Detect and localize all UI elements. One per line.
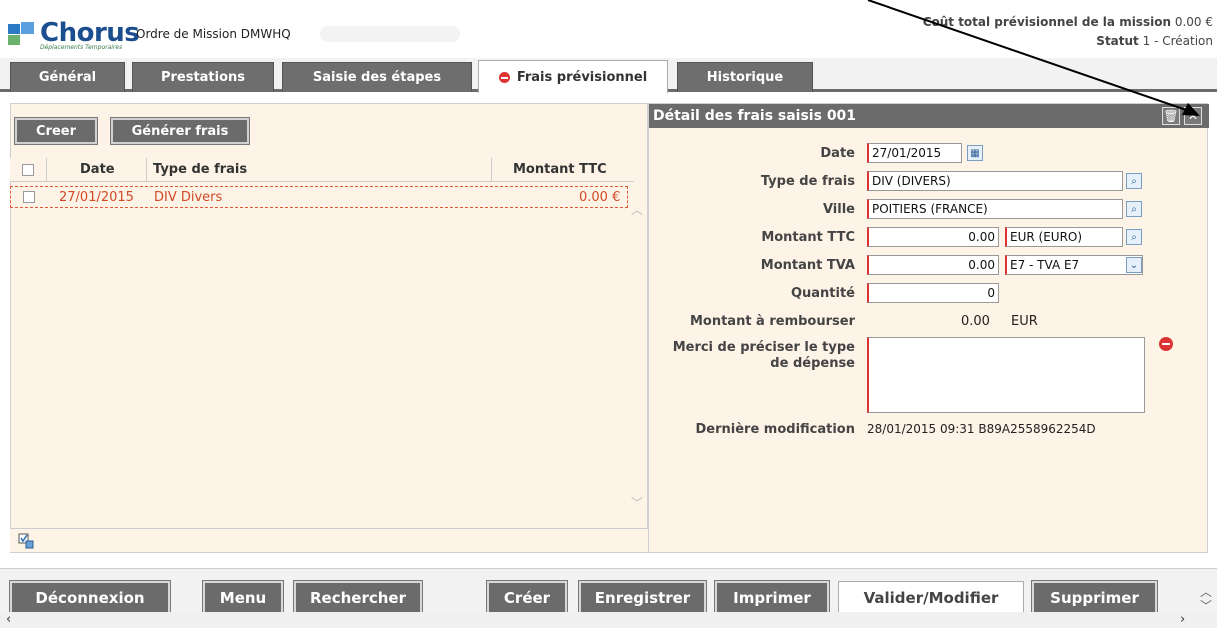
detail-title-text: Détail des frais saisis 001 [653, 108, 857, 124]
logout-label: Déconnexion [35, 589, 145, 607]
validate-label: Valider/Modifier [863, 589, 999, 607]
tab-prestations[interactable]: Prestations [132, 62, 274, 92]
delete-button[interactable]: Supprimer [1032, 581, 1157, 615]
tab-bar: Général Prestations Saisie des étapes Fr… [0, 58, 1217, 93]
date-field[interactable]: 27/01/2015 [867, 143, 962, 163]
refund-label: Montant à rembourser [689, 314, 855, 329]
list-header: Date Type de frais Montant TTC [10, 158, 634, 182]
chevron-down-icon[interactable]: ⌄ [1126, 257, 1142, 273]
quantity-label: Quantité [790, 286, 855, 301]
column-divider [46, 158, 47, 182]
row-checkbox[interactable] [23, 191, 35, 203]
type-label: Type de frais [760, 174, 855, 189]
cost-value: 0.00 € [1174, 15, 1213, 29]
search-icon[interactable]: ⌕ [1126, 201, 1142, 217]
date-label: Date [820, 146, 855, 161]
note-label-line-2: de dépense [770, 356, 855, 371]
tab-frais-previsionnel[interactable]: Frais prévisionnel [478, 60, 668, 93]
mission-status: Statut 1 - Création [1096, 34, 1213, 48]
tab-historique-label: Historique [706, 70, 784, 85]
scroll-left-icon[interactable]: ‹ [6, 612, 11, 627]
app-header: Chorus Déplacements Temporaires Ordre de… [0, 0, 1217, 56]
logo-subtitle: Déplacements Temporaires [40, 44, 123, 51]
validate-button[interactable]: Valider/Modifier [838, 581, 1024, 615]
quantity-field[interactable]: 0 [867, 283, 999, 303]
ttc-label: Montant TTC [761, 230, 855, 245]
tab-general[interactable]: Général [10, 62, 125, 92]
delete-selection-icon[interactable] [18, 533, 34, 549]
search-label: Rechercher [309, 589, 406, 607]
column-date[interactable]: Date [80, 162, 115, 177]
tab-historique[interactable]: Historique [677, 62, 813, 92]
tab-saisie-etapes-label: Saisie des étapes [312, 70, 442, 85]
list-footer [10, 528, 648, 552]
chevron-down-icon[interactable]: ﹀ [631, 494, 643, 511]
chorus-logo-icon [8, 22, 34, 45]
note-label-line-1: Merci de préciser le type [672, 340, 855, 355]
delete-label: Supprimer [1050, 589, 1139, 607]
logout-button[interactable]: Déconnexion [10, 581, 170, 615]
expense-detail-pane: Détail des frais saisis 001 🗑 ✕ Date 27/… [648, 103, 1209, 553]
column-divider [146, 158, 147, 182]
column-amount[interactable]: Montant TTC [513, 162, 607, 177]
redacted-area [320, 26, 460, 42]
calendar-icon[interactable]: ▦ [967, 145, 983, 161]
save-button[interactable]: Enregistrer [579, 581, 706, 615]
tab-general-label: Général [38, 70, 97, 85]
row-amount: 0.00 € [579, 190, 621, 205]
refund-amount: 0.00 [961, 314, 990, 329]
expense-note-textarea[interactable] [867, 337, 1145, 413]
create-expense-label: Creer [36, 123, 76, 139]
error-icon [498, 71, 510, 83]
menu-button[interactable]: Menu [203, 581, 283, 615]
city-field[interactable]: POITIERS (FRANCE) [867, 199, 1123, 219]
column-type[interactable]: Type de frais [153, 162, 247, 177]
detail-title: Détail des frais saisis 001 [649, 104, 1209, 128]
search-icon[interactable]: ⌕ [1126, 173, 1142, 189]
create-expense-button[interactable]: Creer [15, 118, 97, 144]
chevron-up-icon[interactable]: ︿ [631, 201, 643, 218]
row-date: 27/01/2015 [59, 190, 134, 205]
currency-field[interactable]: EUR (EURO) [1005, 227, 1123, 247]
city-label: Ville [822, 202, 855, 217]
tab-prestations-label: Prestations [160, 70, 246, 85]
close-icon[interactable]: ✕ [1184, 107, 1202, 125]
refund-currency: EUR [1011, 314, 1038, 329]
column-divider [491, 158, 492, 182]
select-all-checkbox[interactable] [22, 164, 34, 176]
row-type: DIV Divers [154, 190, 223, 205]
trash-icon[interactable]: 🗑 [1162, 107, 1180, 125]
tab-saisie-etapes[interactable]: Saisie des étapes [282, 62, 472, 92]
mission-title: Ordre de Mission DMWHQ [136, 27, 291, 41]
tab-frais-label: Frais prévisionnel [516, 69, 648, 85]
cost-label: Coût total prévisionnel de la mission [922, 15, 1171, 29]
generate-expenses-button[interactable]: Générer frais [111, 118, 249, 144]
horizontal-scrollbar[interactable]: ‹ › [0, 612, 1217, 628]
required-icon [1159, 337, 1173, 351]
print-button[interactable]: Imprimer [715, 581, 829, 615]
ttc-amount-field[interactable]: 0.00 [867, 227, 999, 247]
status-value: 1 - Création [1142, 34, 1213, 48]
tva-code-select[interactable]: E7 - TVA E7 [1005, 255, 1143, 275]
tva-amount-field[interactable]: 0.00 [867, 255, 999, 275]
scroll-right-icon[interactable]: › [1180, 612, 1185, 627]
list-row[interactable]: 27/01/2015 DIV Divers 0.00 € [10, 186, 628, 208]
lastmod-value: 28/01/2015 09:31 B89A2558962254D [867, 422, 1096, 436]
tva-label: Montant TVA [760, 258, 855, 273]
create-button[interactable]: Créer [487, 581, 567, 615]
menu-label: Menu [219, 589, 267, 607]
create-label: Créer [503, 589, 551, 607]
generate-expenses-label: Générer frais [131, 123, 229, 139]
search-button[interactable]: Rechercher [294, 581, 422, 615]
mission-cost: Coût total prévisionnel de la mission 0.… [923, 15, 1213, 29]
status-label: Statut [1096, 34, 1139, 48]
expense-type-field[interactable]: DIV (DIVERS) [867, 171, 1123, 191]
lastmod-label: Dernière modification [695, 422, 855, 437]
save-label: Enregistrer [594, 589, 691, 607]
print-label: Imprimer [733, 589, 811, 607]
search-icon[interactable]: ⌕ [1126, 229, 1142, 245]
